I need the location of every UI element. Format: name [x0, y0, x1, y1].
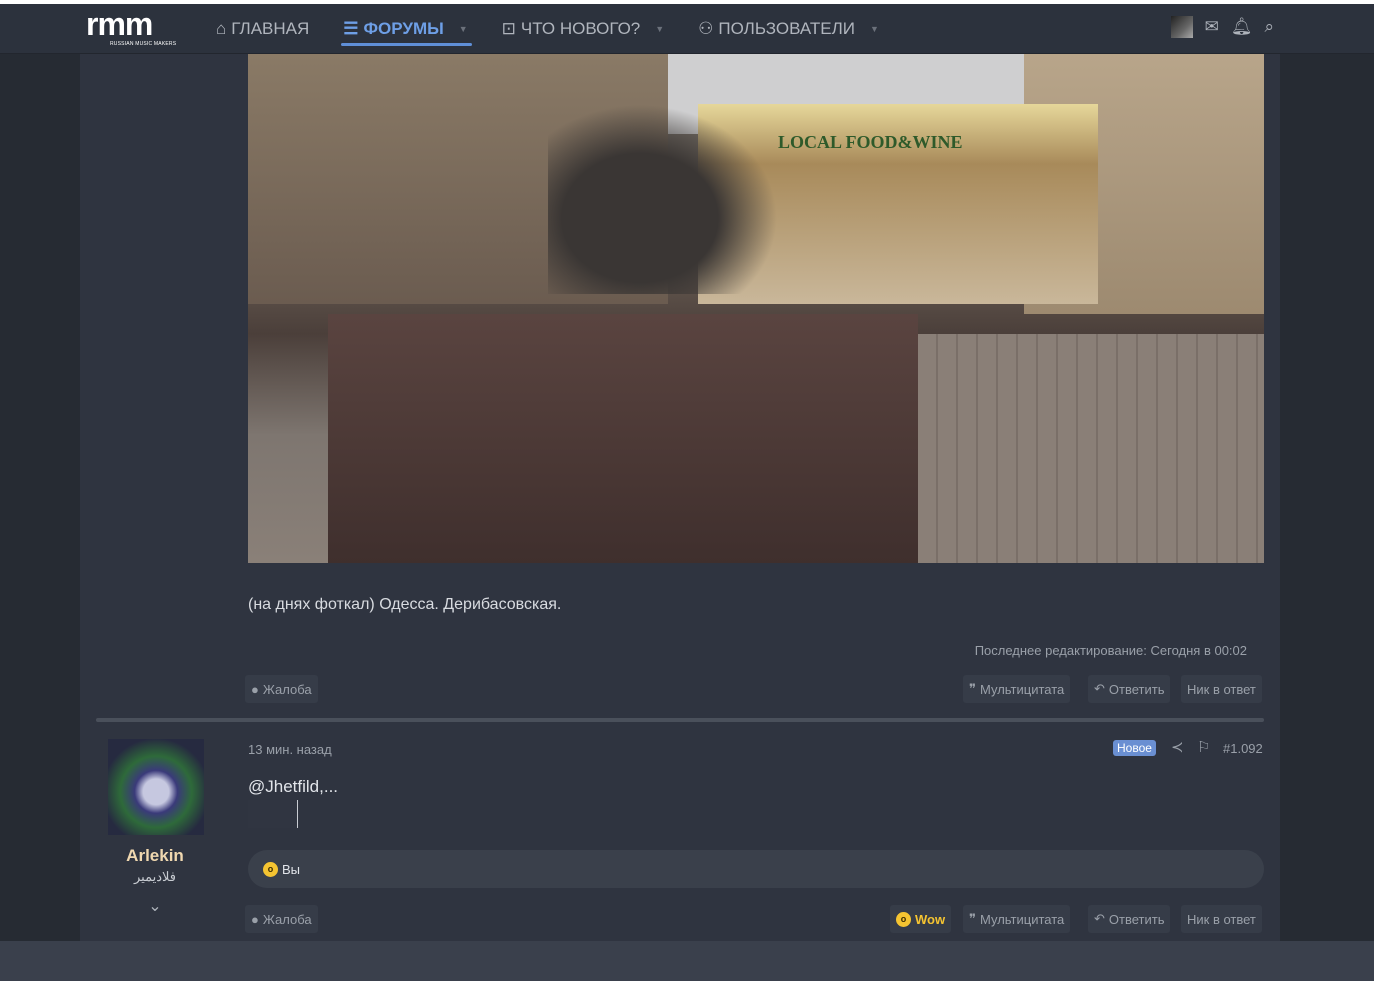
nick-reply-button[interactable]: Ник в ответ	[1181, 905, 1262, 933]
nav-users[interactable]: ⚇ ПОЛЬЗОВАТЕЛИ ▼	[698, 4, 879, 54]
reply-icon: ↶	[1094, 911, 1105, 926]
alert-icon: ●	[251, 681, 259, 697]
nav-whats-new[interactable]: ⊡ ЧТО НОВОГО? ▼	[502, 4, 665, 54]
bookmark-icon[interactable]: ⚐	[1197, 738, 1210, 756]
reply-button[interactable]: ↶ Ответить	[1088, 675, 1171, 703]
main-nav: ⌂ ГЛАВНАЯ ☰ ФОРУМЫ ▼ ⊡ ЧТО НОВОГО? ▼ ⚇ ПОЛЬЗОВ…	[216, 4, 879, 54]
header-icons: ✉ 🔔︎ ⌕	[1170, 16, 1274, 38]
chevron-down-icon[interactable]: ▼	[655, 24, 664, 34]
post-caption: (на днях фоткал) Одесса. Дерибасовская.	[248, 596, 562, 613]
chevron-down-icon[interactable]: ⌄	[80, 896, 230, 916]
post-number[interactable]: #1.092	[1223, 741, 1263, 756]
mail-icon[interactable]: ✉	[1205, 17, 1219, 37]
username[interactable]: Arlekin	[80, 846, 230, 866]
footer-bar	[0, 941, 1374, 981]
post-divider	[96, 718, 1264, 722]
user-title: فلاديمير	[134, 869, 176, 884]
multiquote-button[interactable]: ❞ Мультицитата	[963, 675, 1071, 703]
avatar[interactable]	[108, 739, 204, 835]
new-badge: Новое	[1113, 740, 1156, 756]
wow-emoji-icon: o	[263, 861, 278, 877]
site-logo[interactable]: rmm RUSSIAN MUSIC MAKERS	[80, 6, 184, 50]
embedded-media[interactable]	[248, 800, 298, 828]
post-message: @Jhetfild,...	[248, 777, 339, 796]
share-icon[interactable]: ≺	[1171, 738, 1184, 756]
bell-icon[interactable]: 🔔︎	[1231, 17, 1253, 37]
photo-monument-base	[328, 314, 918, 563]
header: rmm RUSSIAN MUSIC MAKERS ⌂ ГЛАВНАЯ ☰ ФОРУМ…	[0, 4, 1374, 54]
forum-icon: ☰	[343, 19, 359, 38]
chevron-down-icon[interactable]: ▼	[870, 24, 879, 34]
alert-icon: ●	[251, 911, 259, 927]
quote-icon: ❞	[969, 681, 976, 696]
wow-reaction-button[interactable]: o Wow	[890, 905, 952, 933]
home-icon: ⌂	[216, 19, 227, 38]
users-icon: ⚇	[698, 19, 714, 38]
report-button[interactable]: ● Жалоба	[245, 905, 318, 933]
last-edited: Последнее редактирование: Сегодня в 00:0…	[974, 643, 1247, 658]
post-image[interactable]: LOCAL FOOD&WINE	[248, 54, 1264, 563]
post-time[interactable]: 13 мин. назад	[248, 742, 332, 757]
reactions-bar[interactable]: o Вы	[248, 850, 1264, 888]
photo-pavement	[918, 334, 1264, 563]
nick-reply-button[interactable]: Ник в ответ	[1181, 675, 1262, 703]
reply-icon: ↶	[1094, 681, 1105, 696]
search-icon[interactable]: ⌕	[1264, 17, 1274, 37]
chevron-down-icon[interactable]: ▼	[459, 24, 468, 34]
report-button[interactable]: ● Жалоба	[245, 675, 318, 703]
nav-forums[interactable]: ☰ ФОРУМЫ ▼	[341, 4, 473, 54]
whats-new-icon: ⊡	[501, 19, 516, 38]
reply-button[interactable]: ↶ Ответить	[1088, 905, 1171, 933]
multiquote-button[interactable]: ❞ Мультицитата	[963, 905, 1071, 933]
photo-statue	[548, 104, 778, 294]
user-avatar[interactable]	[1170, 16, 1193, 38]
quote-icon: ❞	[969, 911, 976, 926]
nav-home[interactable]: ⌂ ГЛАВНАЯ	[216, 4, 309, 54]
wow-emoji-icon: o	[896, 911, 911, 927]
